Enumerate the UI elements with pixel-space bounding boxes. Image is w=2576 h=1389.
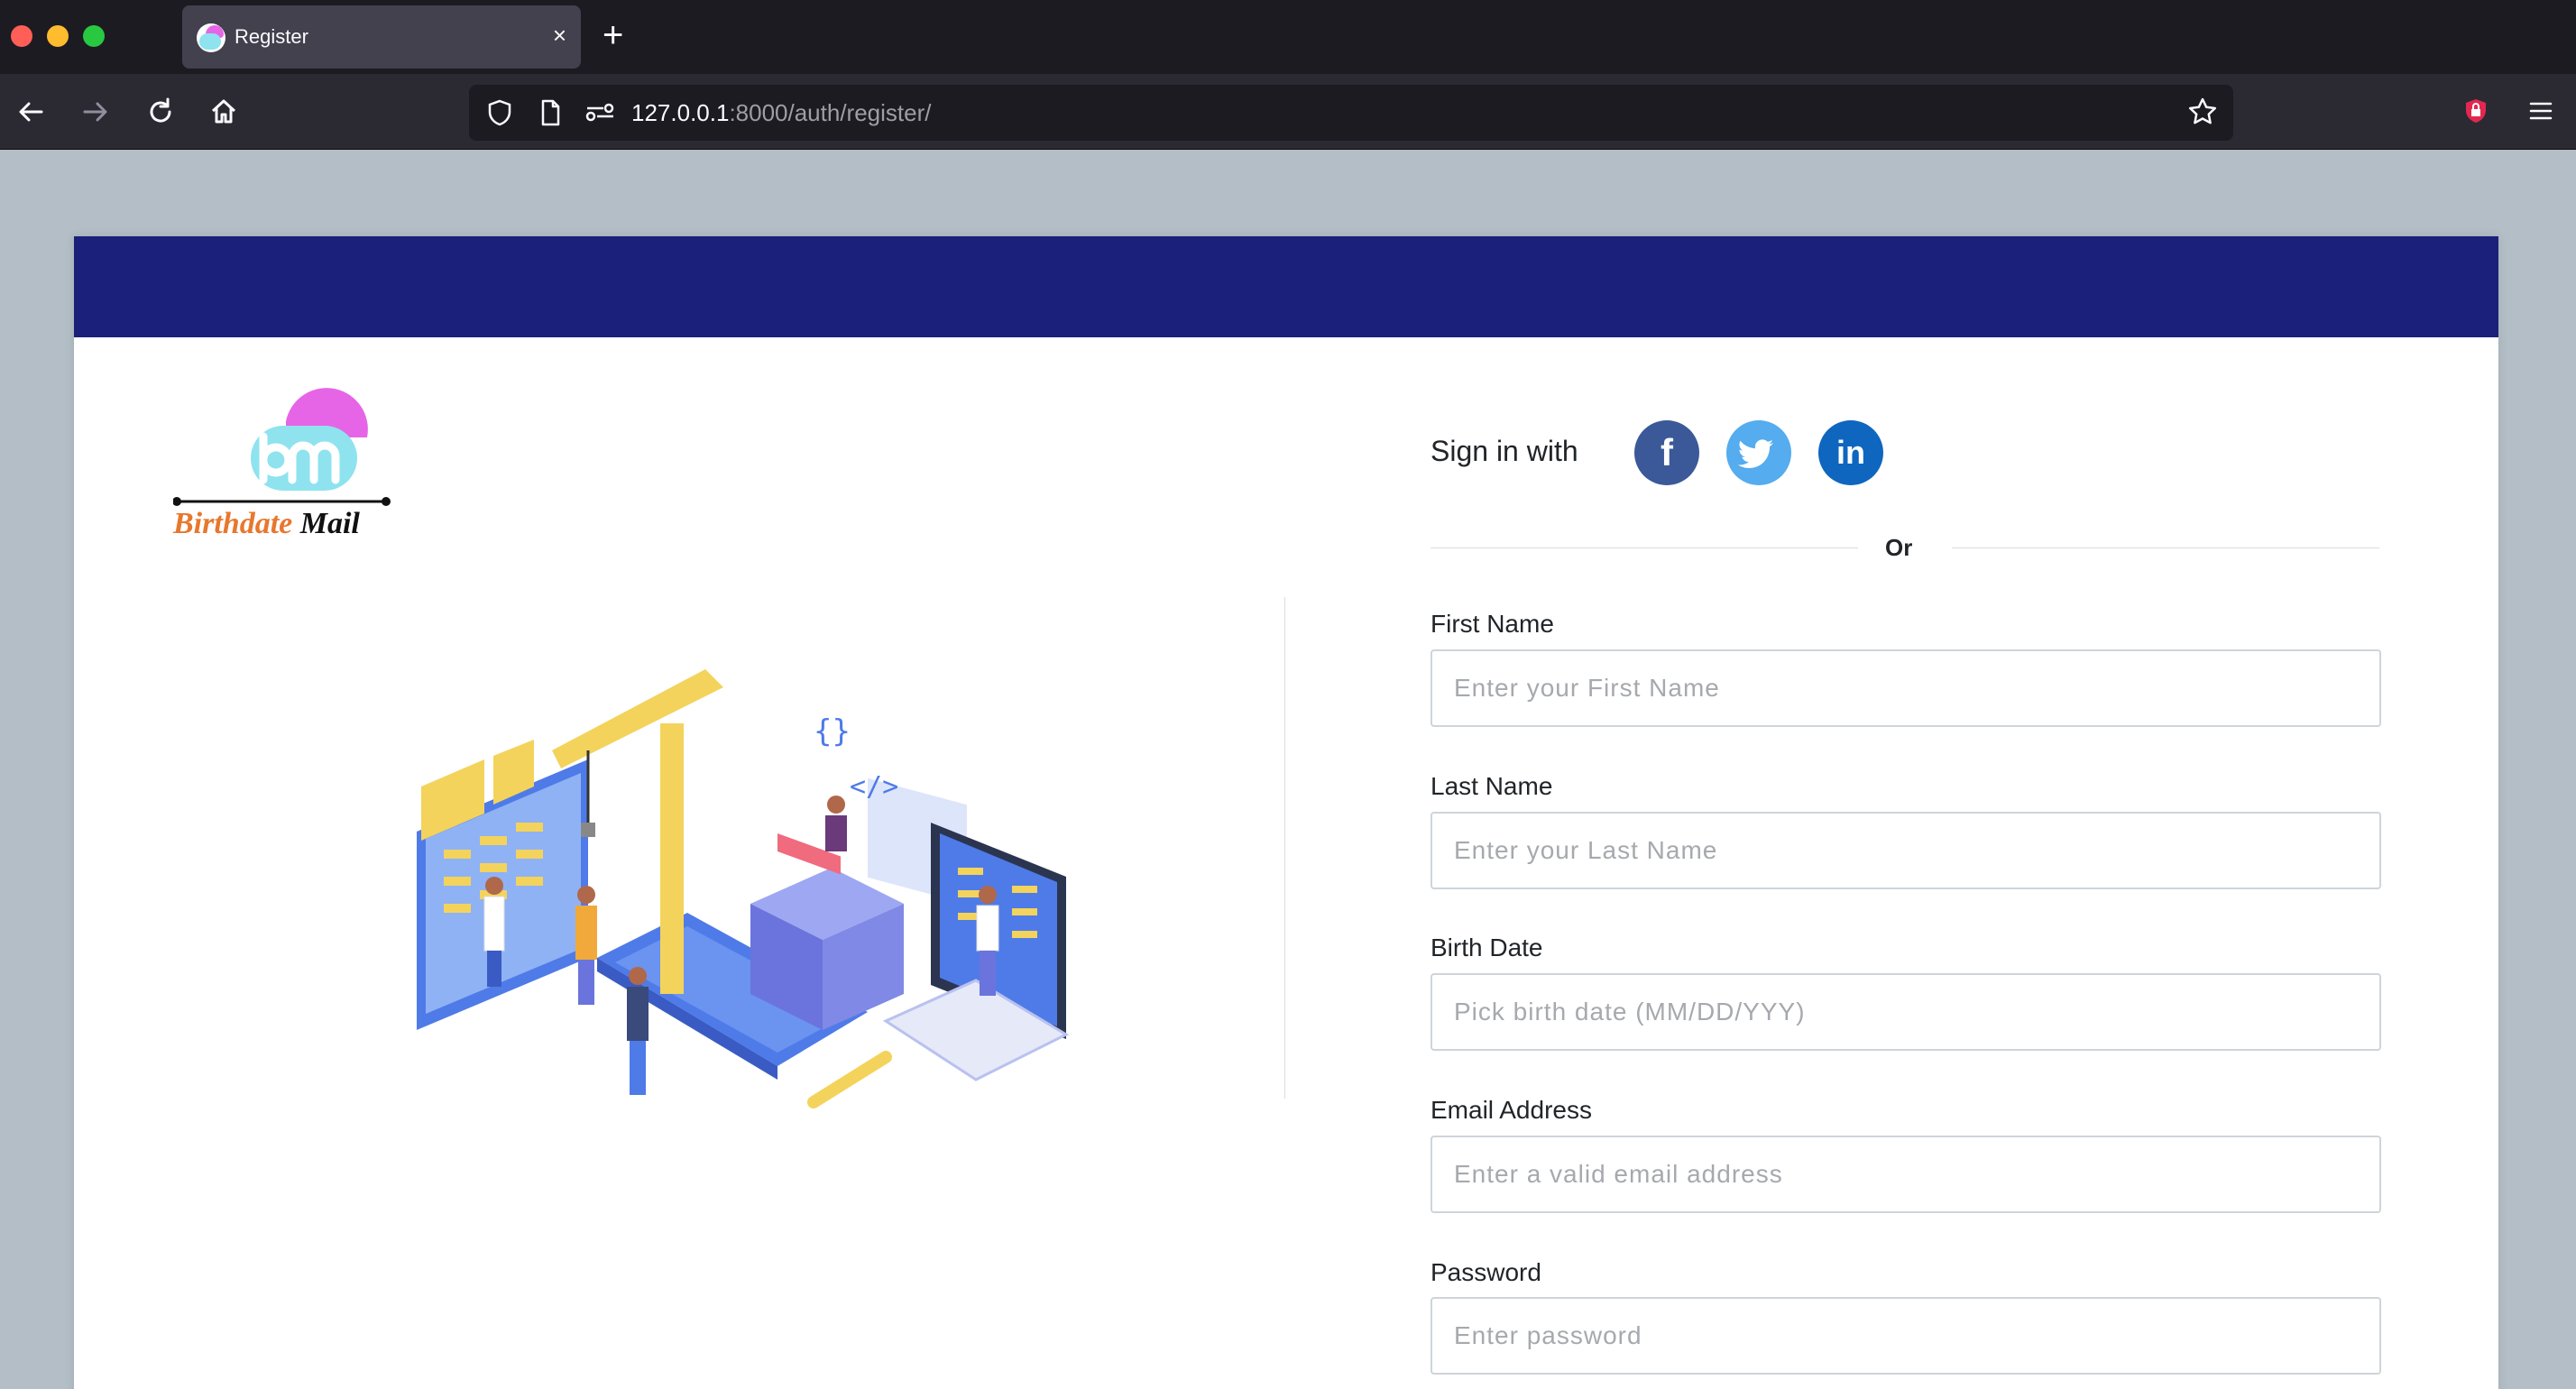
minimize-window-button[interactable]	[47, 25, 69, 47]
brand-word-1: Birthdate	[173, 507, 293, 540]
permissions-icon[interactable]	[584, 98, 617, 127]
url-bar[interactable]: 127.0.0.1:8000/auth/register/	[469, 85, 2233, 141]
twitter-signin-button[interactable]	[1726, 420, 1791, 485]
card-header-bar	[74, 236, 2498, 337]
email-input[interactable]	[1431, 1136, 2381, 1213]
url-path: :8000/auth/register/	[729, 99, 932, 126]
maximize-window-button[interactable]	[83, 25, 105, 47]
new-tab-button[interactable]: +	[603, 13, 623, 58]
page-icon[interactable]	[536, 98, 565, 127]
birth-date-input[interactable]	[1431, 973, 2381, 1051]
menu-icon[interactable]	[2525, 96, 2556, 132]
or-divider-left	[1431, 547, 1858, 548]
brand-wordmark: Birthdate Mail	[173, 507, 360, 541]
facebook-signin-button[interactable]: f	[1634, 420, 1699, 485]
or-divider-right	[1952, 547, 2379, 548]
column-divider	[1284, 597, 1285, 1099]
bookmark-star-icon[interactable]	[2186, 96, 2219, 135]
first-name-input[interactable]	[1431, 649, 2381, 727]
last-name-input[interactable]	[1431, 812, 2381, 889]
sign-in-with-label: Sign in with	[1431, 435, 1578, 467]
linkedin-signin-button[interactable]: in	[1818, 420, 1883, 485]
password-input[interactable]	[1431, 1297, 2381, 1375]
svg-text:</>: </>	[850, 771, 898, 803]
reload-icon[interactable]	[143, 94, 179, 130]
back-icon[interactable]	[13, 94, 49, 130]
password-label: Password	[1431, 1258, 1541, 1286]
first-name-label: First Name	[1431, 610, 1554, 638]
url-text[interactable]: 127.0.0.1:8000/auth/register/	[631, 99, 931, 127]
home-icon[interactable]	[206, 94, 242, 130]
brand-word-2: Mail	[299, 507, 360, 540]
close-window-button[interactable]	[11, 25, 32, 47]
facebook-icon: f	[1661, 431, 1673, 474]
isometric-illustration: {} </>	[417, 669, 1070, 1108]
svg-text:{}: {}	[814, 713, 851, 750]
linkedin-icon: in	[1836, 434, 1865, 471]
forward-icon[interactable]	[78, 94, 114, 130]
favicon-icon	[197, 23, 225, 52]
extension-icon[interactable]	[2462, 97, 2489, 124]
shield-icon[interactable]	[485, 98, 514, 127]
tab-title: Register	[235, 25, 308, 48]
register-card: Birthdate Mail {} </> Sign in with f in …	[74, 236, 2498, 1389]
tab-register[interactable]: Register ×	[182, 5, 581, 69]
browser-titlebar: Register × +	[0, 0, 2576, 74]
last-name-label: Last Name	[1431, 772, 1553, 800]
twitter-icon	[1737, 439, 1773, 468]
tab-close-icon[interactable]: ×	[553, 22, 566, 49]
or-divider-text: Or	[1885, 534, 1913, 561]
url-host: 127.0.0.1	[631, 99, 730, 126]
birth-date-label: Birth Date	[1431, 934, 1543, 961]
email-label: Email Address	[1431, 1096, 1592, 1124]
